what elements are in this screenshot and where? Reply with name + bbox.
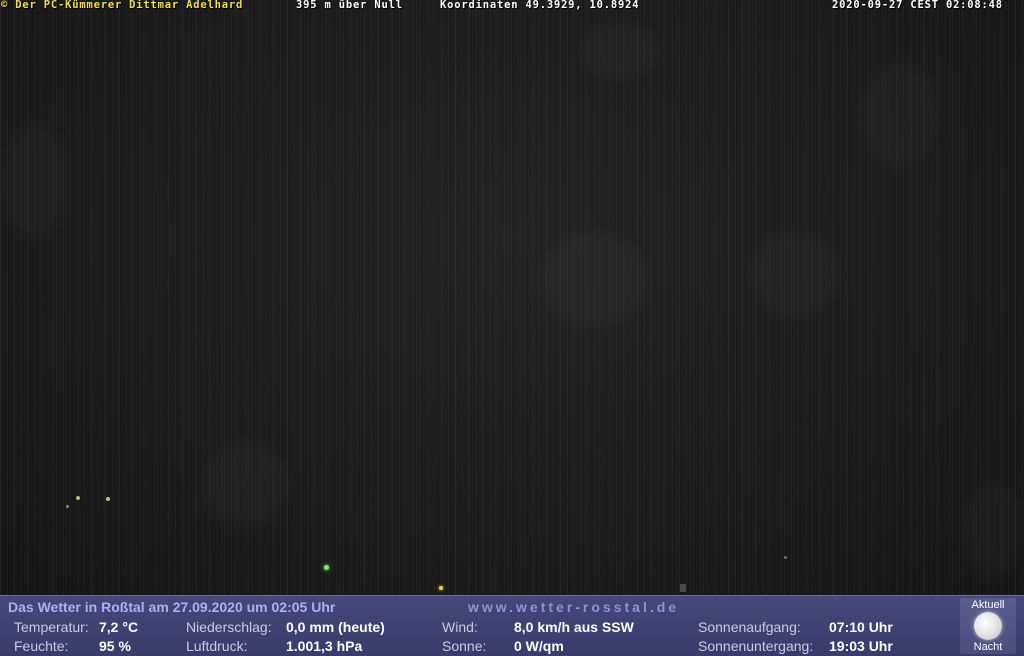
noise-patch <box>960 480 1024 580</box>
noise-patch <box>580 20 660 80</box>
temperature-value: 7,2 °C <box>99 619 139 635</box>
altitude-text: 395 m über Null <box>296 0 403 11</box>
copyright-text: © Der PC-Kümmerer Dittmar Adelhard <box>1 0 244 11</box>
full-moon-icon <box>974 612 1002 640</box>
temperature-label: Temperatur: <box>14 619 89 635</box>
distant-light <box>784 556 787 559</box>
camera-overlay: © Der PC-Kümmerer Dittmar Adelhard 395 m… <box>0 0 1024 11</box>
distant-light <box>680 584 686 592</box>
webcam-image <box>0 0 1024 595</box>
distant-light <box>324 565 329 570</box>
sunset-value: 19:03 Uhr <box>829 638 893 654</box>
distant-light <box>106 497 110 501</box>
distant-light <box>439 586 443 590</box>
noise-patch <box>750 230 840 320</box>
precipitation-value: 0,0 mm (heute) <box>286 619 385 635</box>
website-link[interactable]: www.wetter-rosstal.de <box>468 599 679 615</box>
humidity-label: Feuchte: <box>14 638 69 654</box>
pressure-value: 1.001,3 hPa <box>286 638 363 654</box>
weather-title: Das Wetter in Roßtal am 27.09.2020 um 02… <box>8 599 336 615</box>
wind-label: Wind: <box>442 619 478 635</box>
humidity-value: 95 % <box>99 638 131 654</box>
distant-light <box>66 505 69 508</box>
noise-patch <box>0 120 70 240</box>
sunrise-label: Sonnenaufgang: <box>698 619 801 635</box>
wind-value: 8,0 km/h aus SSW <box>514 619 634 635</box>
coordinates-text: Koordinaten 49.3929, 10.8924 <box>440 0 640 11</box>
timestamp-text: 2020-09-27 CEST 02:08:48 <box>832 0 1003 11</box>
moon-top-label: Aktuell <box>971 599 1005 611</box>
precipitation-label: Niederschlag: <box>186 619 272 635</box>
sun-value: 0 W/qm <box>514 638 564 654</box>
sunrise-value: 07:10 Uhr <box>829 619 893 635</box>
noise-patch <box>540 230 650 330</box>
noise-patch <box>860 60 940 170</box>
moon-bottom-label: Nacht <box>973 641 1003 653</box>
sunset-label: Sonnenuntergang: <box>698 638 814 654</box>
distant-light <box>76 496 80 500</box>
pressure-label: Luftdruck: <box>186 638 248 654</box>
sun-label: Sonne: <box>442 638 487 654</box>
weather-panel: Das Wetter in Roßtal am 27.09.2020 um 02… <box>0 595 1024 656</box>
moon-phase-box: Aktuell Nacht <box>960 598 1016 654</box>
noise-patch <box>200 440 290 530</box>
